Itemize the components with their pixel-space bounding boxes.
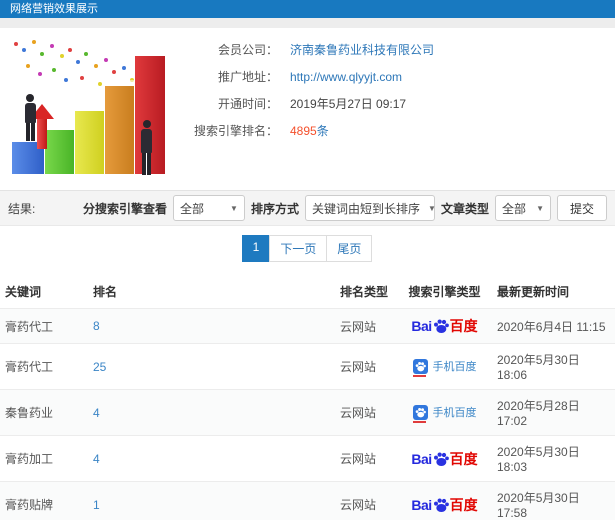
filter-controls: 分搜索引擎查看 全部 ▼ 排序方式 关键词由短到长排序 ▼ 文章类型 全部 ▼ … bbox=[83, 195, 607, 221]
businessman-figure-right bbox=[138, 120, 155, 176]
baidu-paw-icon bbox=[433, 452, 449, 466]
baidu-logo: Bai 百度 bbox=[411, 318, 478, 334]
sort-selected: 关键词由短到长排序 bbox=[311, 201, 420, 216]
rank-link[interactable]: 25 bbox=[93, 360, 106, 374]
chevron-down-icon: ▼ bbox=[427, 203, 436, 213]
company-value[interactable]: 济南秦鲁药业科技有限公司 bbox=[290, 41, 434, 58]
marketing-chart-illustration bbox=[0, 28, 172, 186]
updated-cell: 2020年5月30日 18:03 bbox=[492, 435, 615, 482]
rank-type-cell: 云网站 bbox=[335, 481, 397, 520]
engine-rank-label: 搜索引擎排名： bbox=[193, 124, 278, 138]
table-row: 秦鲁药业 4 云网站 Bai百度手机百度 2020年5月28日 17:02 bbox=[0, 389, 615, 436]
opened-time-label: 开通时间： bbox=[217, 97, 278, 111]
results-label: 结果: bbox=[8, 201, 36, 216]
updated-cell: 2020年6月4日 11:15 bbox=[492, 308, 615, 344]
table-header-row: 关键词 排名 排名类型 搜索引擎类型 最新更新时间 bbox=[0, 275, 615, 309]
rank-type-cell: 云网站 bbox=[335, 308, 397, 344]
baidu-paw-icon bbox=[433, 498, 449, 512]
baidu-paw-icon bbox=[433, 319, 449, 333]
engine-rank-count: 4895 bbox=[290, 124, 317, 138]
results-filter-bar: 结果: 分搜索引擎查看 全部 ▼ 排序方式 关键词由短到长排序 ▼ 文章类型 全… bbox=[0, 190, 615, 226]
rank-link[interactable]: 4 bbox=[93, 406, 100, 420]
company-label: 会员公司： bbox=[217, 43, 278, 57]
section-divider bbox=[0, 18, 615, 28]
rank-type-cell: 云网站 bbox=[335, 389, 397, 436]
engine-view-select[interactable]: 全部 ▼ bbox=[172, 195, 245, 221]
pagination: 1 下一页 尾页 bbox=[0, 226, 615, 270]
header-rank: 排名 bbox=[93, 285, 118, 299]
last-page-button[interactable]: 尾页 bbox=[326, 235, 373, 262]
sort-select[interactable]: 关键词由短到长排序 ▼ bbox=[304, 195, 436, 221]
businessman-figure-left bbox=[22, 94, 38, 142]
engine-logo: Bai百度手机百度 bbox=[411, 497, 477, 513]
engine-view-selected: 全部 bbox=[179, 201, 204, 216]
header-keyword: 关键词 bbox=[5, 285, 42, 299]
opened-time-value: 2019年5月27日 09:17 bbox=[290, 97, 407, 111]
table-row: 膏药贴牌 1 云网站 Bai百度手机百度 2020年5月30日 17:58 bbox=[0, 481, 615, 520]
keyword-cell: 膏药贴牌 bbox=[0, 481, 88, 520]
engine-logo: Bai百度手机百度 bbox=[411, 451, 477, 467]
bar-chart-graphic-orange bbox=[105, 86, 134, 174]
bar-chart-graphic-yellow bbox=[75, 111, 104, 174]
updated-cell: 2020年5月30日 17:58 bbox=[492, 481, 615, 520]
table-row: 膏药代工 25 云网站 Bai百度手机百度 2020年5月30日 18:06 bbox=[0, 343, 615, 390]
table-row: 膏药加工 4 云网站 Bai百度手机百度 2020年5月30日 18:03 bbox=[0, 435, 615, 482]
next-page-button[interactable]: 下一页 bbox=[269, 235, 328, 262]
keyword-cell: 膏药加工 bbox=[0, 435, 88, 482]
engine-rank-unit: 条 bbox=[316, 124, 329, 138]
mobile-baidu-logo: 手机百度 bbox=[412, 358, 477, 377]
submit-button[interactable]: 提交 bbox=[556, 195, 607, 221]
article-type-label: 文章类型 bbox=[440, 201, 489, 216]
engine-rank-row: 搜索引擎排名： 4895条 bbox=[178, 117, 611, 144]
engine-logo: Bai百度手机百度 bbox=[412, 404, 477, 423]
updated-cell: 2020年5月28日 17:02 bbox=[492, 389, 615, 436]
rank-link[interactable]: 4 bbox=[93, 452, 100, 466]
rank-type-cell: 云网站 bbox=[335, 343, 397, 390]
header-engine-type: 搜索引擎类型 bbox=[408, 285, 481, 299]
chevron-down-icon: ▼ bbox=[230, 203, 238, 213]
mobile-baidu-logo: 手机百度 bbox=[412, 404, 477, 423]
window-title-bar: 网络营销效果展示 bbox=[0, 0, 615, 18]
keyword-ranking-table: 关键词 排名 排名类型 搜索引擎类型 最新更新时间 膏药代工 8 云网站 Bai… bbox=[0, 275, 615, 520]
opened-time-row: 开通时间： 2019年5月27日 09:17 bbox=[178, 90, 611, 117]
page-title: 网络营销效果展示 bbox=[10, 3, 98, 15]
article-type-selected: 全部 bbox=[501, 201, 526, 216]
updated-cell: 2020年5月30日 18:06 bbox=[492, 343, 615, 390]
header-updated: 最新更新时间 bbox=[497, 285, 570, 299]
keyword-cell: 膏药代工 bbox=[0, 343, 88, 390]
engine-rank-value: 4895条 bbox=[290, 122, 329, 139]
mobile-baidu-paw-icon bbox=[412, 404, 428, 423]
article-type-select[interactable]: 全部 ▼ bbox=[494, 195, 551, 221]
mobile-baidu-paw-icon bbox=[412, 358, 428, 377]
keyword-cell: 秦鲁药业 bbox=[0, 389, 88, 436]
rank-link[interactable]: 1 bbox=[93, 498, 100, 512]
engine-logo: Bai百度手机百度 bbox=[412, 358, 477, 377]
promo-url-label: 推广地址： bbox=[217, 70, 278, 84]
sort-label: 排序方式 bbox=[250, 201, 299, 216]
confetti-dots-graphic bbox=[14, 42, 18, 46]
account-info-panel: 会员公司： 济南秦鲁药业科技有限公司 推广地址： http://www.qlyy… bbox=[0, 28, 615, 186]
table-row: 膏药代工 8 云网站 Bai百度手机百度 2020年6月4日 11:15 bbox=[0, 308, 615, 344]
rank-link[interactable]: 8 bbox=[93, 319, 100, 333]
promo-url-link[interactable]: http://www.qlyyjt.com bbox=[290, 70, 402, 84]
chevron-down-icon: ▼ bbox=[536, 203, 544, 213]
rank-type-cell: 云网站 bbox=[335, 435, 397, 482]
baidu-logo: Bai 百度 bbox=[411, 496, 478, 513]
company-row: 会员公司： 济南秦鲁药业科技有限公司 bbox=[178, 36, 611, 63]
promo-url-row: 推广地址： http://www.qlyyjt.com bbox=[178, 63, 611, 90]
baidu-logo: Bai 百度 bbox=[411, 450, 478, 467]
account-info-rows: 会员公司： 济南秦鲁药业科技有限公司 推广地址： http://www.qlyy… bbox=[178, 36, 611, 144]
keyword-cell: 膏药代工 bbox=[0, 308, 88, 344]
engine-logo: Bai百度手机百度 bbox=[411, 318, 477, 334]
engine-view-label: 分搜索引擎查看 bbox=[82, 201, 167, 216]
page-current-button[interactable]: 1 bbox=[241, 235, 271, 262]
header-rank-type: 排名类型 bbox=[340, 285, 389, 299]
